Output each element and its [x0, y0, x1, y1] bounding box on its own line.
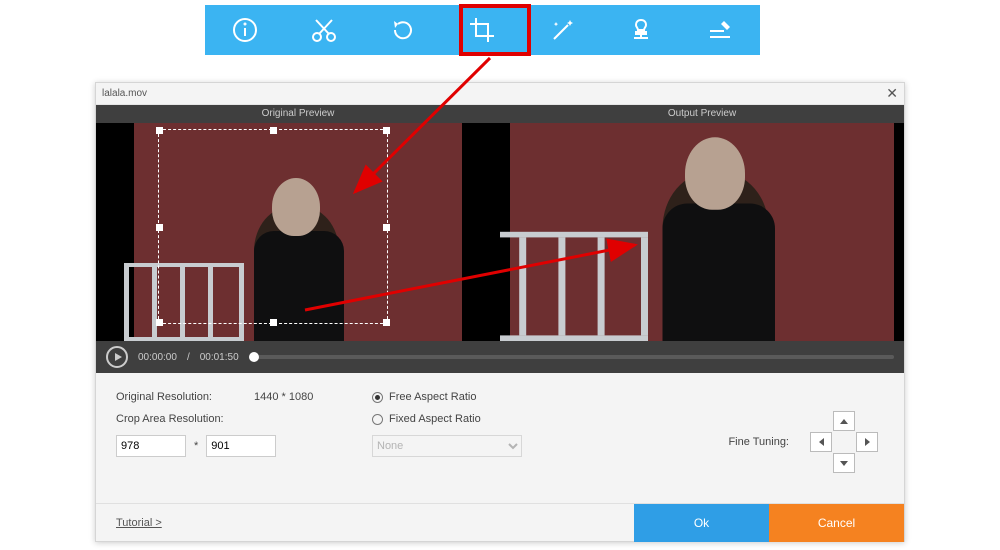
- dialog-footer: Tutorial > Ok Cancel: [96, 503, 904, 541]
- preview-area: Original Preview Output Preview: [96, 105, 904, 373]
- crop-button[interactable]: [455, 5, 510, 55]
- play-button[interactable]: [106, 346, 128, 368]
- radio-icon: [372, 392, 383, 403]
- fixed-aspect-radio[interactable]: Fixed Aspect Ratio: [372, 413, 628, 425]
- watermark-button[interactable]: [614, 5, 669, 55]
- cut-button[interactable]: [296, 5, 351, 55]
- cancel-button[interactable]: Cancel: [769, 504, 904, 542]
- crop-dialog: lalala.mov ✕ Original Preview Output Pre…: [95, 82, 905, 542]
- crop-area-label: Crop Area Resolution:: [116, 413, 246, 425]
- crop-separator: *: [194, 440, 198, 452]
- timeline-track[interactable]: [249, 355, 894, 359]
- original-preview-label: Original Preview: [96, 105, 500, 123]
- free-aspect-label: Free Aspect Ratio: [389, 391, 476, 403]
- playbar: 00:00:00 / 00:01:50: [96, 341, 904, 373]
- controls-panel: Original Resolution: 1440 * 1080 Crop Ar…: [96, 373, 904, 503]
- close-button[interactable]: ✕: [886, 85, 898, 102]
- output-preview-pane: [500, 123, 904, 341]
- timeline-thumb[interactable]: [249, 352, 259, 362]
- nudge-down-button[interactable]: [833, 453, 855, 473]
- radio-icon: [372, 414, 383, 425]
- current-time: 00:00:00: [138, 352, 177, 363]
- nudge-right-button[interactable]: [856, 432, 878, 452]
- fixed-aspect-label: Fixed Aspect Ratio: [389, 413, 481, 425]
- window-title: lalala.mov: [102, 88, 147, 99]
- fine-tuning-label: Fine Tuning:: [728, 436, 789, 448]
- free-aspect-radio[interactable]: Free Aspect Ratio: [372, 391, 628, 403]
- duration: 00:01:50: [200, 352, 239, 363]
- rotate-button[interactable]: [376, 5, 431, 55]
- original-resolution-label: Original Resolution:: [116, 391, 246, 403]
- editing-toolbar: [205, 5, 760, 55]
- info-button[interactable]: [217, 5, 272, 55]
- aspect-dropdown: None: [372, 435, 522, 457]
- original-resolution-value: 1440 * 1080: [254, 391, 313, 403]
- ok-button[interactable]: Ok: [634, 504, 769, 542]
- nudge-up-button[interactable]: [833, 411, 855, 431]
- time-separator: /: [187, 352, 190, 363]
- crop-width-input[interactable]: [116, 435, 186, 457]
- fine-tuning-dpad: [804, 411, 884, 473]
- nudge-left-button[interactable]: [810, 432, 832, 452]
- titlebar: lalala.mov ✕: [96, 83, 904, 105]
- tutorial-link[interactable]: Tutorial >: [116, 517, 634, 529]
- subtitle-button[interactable]: [693, 5, 748, 55]
- original-preview-pane[interactable]: [96, 123, 500, 341]
- output-preview-label: Output Preview: [500, 105, 904, 123]
- effects-button[interactable]: [534, 5, 589, 55]
- crop-height-input[interactable]: [206, 435, 276, 457]
